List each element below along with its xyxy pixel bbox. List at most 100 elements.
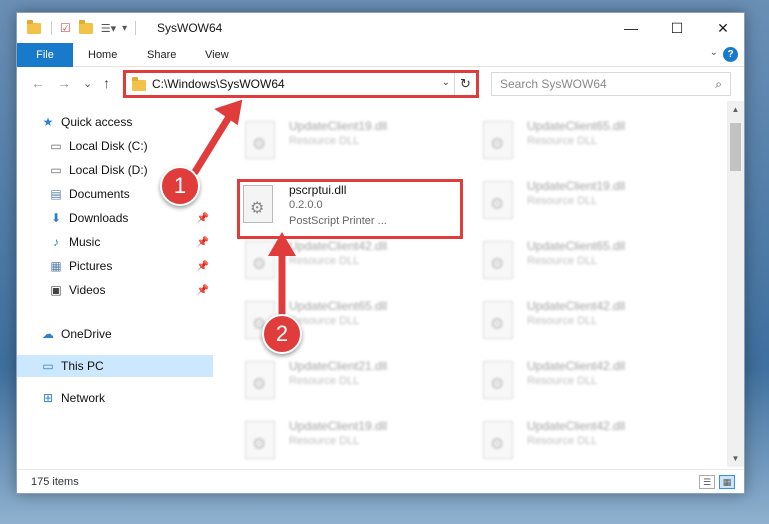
dll-file-icon (483, 361, 513, 399)
vertical-scrollbar[interactable]: ▲ ▼ (727, 101, 744, 467)
file-tile[interactable]: UpdateClient19.dll Resource DLL (239, 415, 459, 467)
tab-view[interactable]: View (205, 43, 229, 67)
sidebar-item-downloads[interactable]: ⬇ Downloads 📌 (17, 207, 213, 229)
dll-file-icon (245, 361, 275, 399)
file-description: Resource DLL (527, 435, 598, 447)
pin-icon[interactable]: 📌 (197, 261, 209, 272)
sidebar-item-videos[interactable]: ▣ Videos 📌 (17, 279, 213, 301)
sidebar-item-music[interactable]: ♪ Music 📌 (17, 231, 213, 253)
window-title: SysWOW64 (157, 21, 223, 35)
file-name: UpdateClient21.dll (289, 359, 388, 373)
search-icon[interactable]: ⌕ (715, 77, 722, 92)
file-tile[interactable]: UpdateClient42.dll Resource DLL (477, 295, 697, 349)
sidebar-item-label: Local Disk (D:) (69, 163, 148, 177)
tab-share[interactable]: Share (147, 43, 176, 67)
back-button[interactable]: ← (31, 75, 45, 91)
pin-icon[interactable]: 📌 (197, 285, 209, 296)
status-bar: 175 items ☰ ▦ (17, 469, 744, 493)
sidebar-item-local-disk-c[interactable]: ▭ Local Disk (C:) (17, 135, 213, 157)
file-description: Resource DLL (527, 135, 598, 147)
file-description: Resource DLL (289, 435, 360, 447)
documents-icon: ▤ (50, 187, 62, 201)
address-highlight-box (123, 70, 479, 98)
monitor-icon: ▭ (42, 359, 54, 373)
recent-locations-button[interactable]: ⌄ (83, 77, 92, 90)
ribbon-expand-icon[interactable]: ⌄ (710, 47, 718, 58)
sidebar-item-onedrive[interactable]: ☁ OneDrive (17, 323, 213, 345)
pictures-icon: ▦ (50, 259, 62, 273)
file-name: UpdateClient65.dll (527, 239, 626, 253)
minimize-button[interactable]: — (608, 13, 654, 43)
ribbon-tabs: File Home Share View ⌄ ? (17, 43, 744, 67)
sidebar-item-network[interactable]: ⊞ Network (17, 387, 213, 409)
file-tile[interactable]: UpdateClient65.dll Resource DLL (477, 115, 697, 169)
file-name: UpdateClient65.dll (527, 119, 626, 133)
search-input[interactable]: Search SysWOW64 ⌕ (491, 72, 731, 96)
customize-toolbar-icon[interactable]: ☰▾ (101, 22, 116, 35)
scroll-down-icon[interactable]: ▼ (727, 450, 744, 467)
file-name: UpdateClient19.dll (527, 179, 626, 193)
dll-file-icon (483, 421, 513, 459)
up-button[interactable]: ↑ (103, 75, 110, 91)
large-icons-view-icon[interactable]: ▦ (719, 475, 735, 489)
sidebar-item-label: Local Disk (C:) (69, 139, 148, 153)
downloads-icon: ⬇ (50, 211, 62, 225)
file-tile[interactable]: UpdateClient19.dll Resource DLL (239, 115, 459, 169)
drive-icon: ▭ (50, 163, 62, 177)
sidebar-item-label: Network (61, 391, 106, 405)
file-tile[interactable]: UpdateClient42.dll Resource DLL (477, 415, 697, 467)
sidebar-item-this-pc[interactable]: ▭ This PC (17, 355, 213, 377)
star-icon: ★ (42, 115, 54, 129)
file-highlight-box (237, 179, 463, 239)
file-tile[interactable]: UpdateClient19.dll Resource DLL (477, 175, 697, 229)
pin-icon[interactable]: 📌 (197, 213, 209, 224)
file-description: Resource DLL (527, 375, 598, 387)
file-description: Resource DLL (289, 255, 360, 267)
sidebar-item-quick-access[interactable]: ★ Quick access (17, 111, 213, 133)
close-button[interactable]: ✕ (700, 13, 744, 43)
tab-file[interactable]: File (17, 43, 73, 67)
file-name: UpdateClient42.dll (289, 239, 388, 253)
videos-icon: ▣ (50, 283, 62, 297)
forward-button[interactable]: → (57, 75, 71, 91)
toolbar-divider (135, 21, 137, 35)
search-placeholder: Search SysWOW64 (500, 77, 607, 91)
file-name: UpdateClient42.dll (527, 419, 626, 433)
maximize-button[interactable]: ☐ (654, 13, 700, 43)
dll-file-icon (483, 301, 513, 339)
pin-icon[interactable]: 📌 (197, 237, 209, 248)
step-one-badge: 1 (160, 166, 200, 206)
file-tile[interactable]: UpdateClient65.dll Resource DLL (477, 235, 697, 289)
scroll-thumb[interactable] (730, 123, 741, 171)
tab-home[interactable]: Home (88, 43, 117, 67)
sidebar-item-label: Music (69, 235, 101, 249)
details-view-icon[interactable]: ☰ (699, 475, 715, 489)
file-tile[interactable]: UpdateClient42.dll Resource DLL (239, 235, 459, 289)
dll-file-icon (245, 121, 275, 159)
file-name: UpdateClient19.dll (289, 119, 388, 133)
dll-file-icon (483, 241, 513, 279)
dll-file-icon (245, 241, 275, 279)
new-folder-icon[interactable] (78, 19, 93, 34)
properties-icon[interactable]: ☑ (60, 21, 71, 35)
sidebar-item-pictures[interactable]: ▦ Pictures 📌 (17, 255, 213, 277)
file-tile[interactable]: UpdateClient42.dll Resource DLL (477, 355, 697, 409)
toolbar-divider (51, 21, 52, 35)
file-description: Resource DLL (527, 255, 598, 267)
sidebar-item-label: Quick access (61, 115, 133, 129)
file-description: Resource DLL (289, 375, 360, 387)
explorer-window: ☑ ☰▾ ▾ SysWOW64 — ☐ ✕ File Home Share Vi… (16, 12, 745, 494)
toolbar-dropdown-icon[interactable]: ▾ (122, 23, 127, 34)
help-icon[interactable]: ? (723, 47, 738, 62)
file-list: UpdateClient19.dll Resource DLL UpdateCl… (213, 101, 727, 467)
file-name: UpdateClient65.dll (289, 299, 388, 313)
scroll-up-icon[interactable]: ▲ (727, 101, 744, 118)
quick-access-toolbar: ☑ ☰▾ ▾ (27, 19, 137, 36)
drive-icon: ▭ (50, 139, 62, 153)
sidebar-item-label: Videos (69, 283, 106, 297)
dll-file-icon (483, 181, 513, 219)
sidebar-item-label: Downloads (69, 211, 129, 225)
file-tile[interactable]: UpdateClient21.dll Resource DLL (239, 355, 459, 409)
sidebar-item-label: Documents (69, 187, 130, 201)
navigation-bar: ← → ⌄ ↑ C:\Windows\SysWOW64 ⌄ ↻ Search S… (17, 67, 744, 101)
